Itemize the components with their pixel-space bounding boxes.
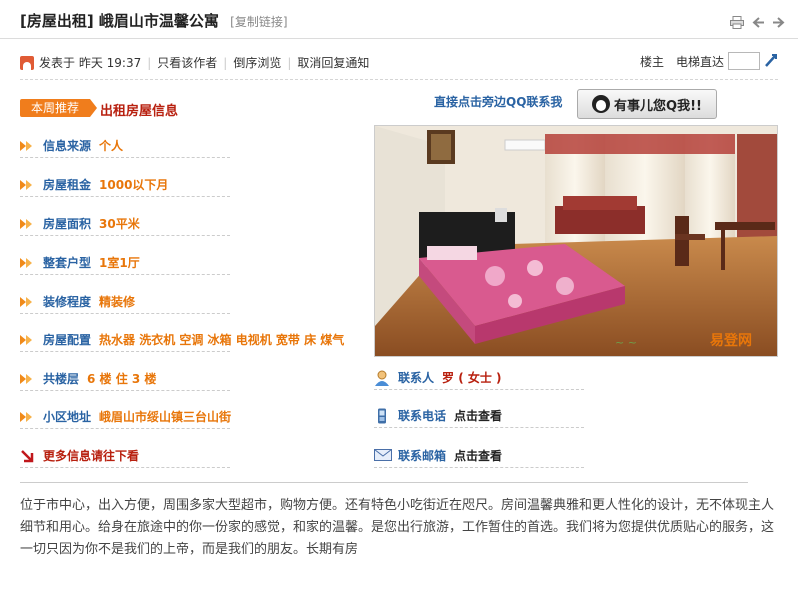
post-title-text: [房屋出租] 峨眉山市温馨公寓 bbox=[20, 12, 219, 30]
info-label: 房屋配置 bbox=[43, 333, 92, 347]
room-photo[interactable]: ~ ~ 易登网 bbox=[374, 125, 778, 357]
info-label: 装修程度 bbox=[43, 295, 92, 309]
info-row-layout: 整套户型 1室1厅 bbox=[20, 254, 230, 275]
meta-divider bbox=[20, 79, 778, 80]
info-value: 热水器 洗衣机 空调 冰箱 电视机 宽带 床 煤气 bbox=[99, 333, 345, 347]
email-reveal-link[interactable]: 点击查看 bbox=[454, 447, 502, 464]
next-icon[interactable] bbox=[772, 14, 786, 28]
info-row-facilities: 房屋配置 热水器 洗衣机 空调 冰箱 电视机 宽带 床 煤气 bbox=[20, 331, 345, 352]
content-divider bbox=[20, 482, 748, 483]
info-value: 1000以下月 bbox=[99, 178, 169, 192]
down-arrow-icon bbox=[20, 449, 34, 463]
info-row-address: 小区地址 峨眉山市绥山镇三台山街 bbox=[20, 408, 232, 429]
phone-reveal-link[interactable]: 点击查看 bbox=[454, 407, 502, 424]
qq-penguin-icon bbox=[592, 95, 611, 113]
copy-link[interactable]: [复制链接] bbox=[230, 15, 287, 29]
info-value: 6 楼 住 3 楼 bbox=[87, 372, 157, 386]
contact-person-value: 罗 ( 女士 ) bbox=[442, 371, 502, 385]
post-description: 位于市中心，出入方便，周围多家大型超市，购物方便。还有特色小吃街近在咫尺。房间温… bbox=[20, 498, 775, 557]
header-divider bbox=[0, 38, 798, 39]
elevator-label: 电梯直达 bbox=[675, 54, 724, 69]
posted-time: 发表于 昨天 19:37 bbox=[39, 56, 142, 70]
watermark-text: 易登网 bbox=[710, 332, 752, 349]
prev-icon[interactable] bbox=[751, 14, 765, 28]
qq-button-label: 有事儿您Q我!! bbox=[614, 98, 702, 114]
info-value: 1室1厅 bbox=[99, 256, 140, 270]
header-tools bbox=[730, 14, 786, 29]
jump-arrow-icon[interactable] bbox=[764, 53, 778, 70]
contact-label: 联系电话 bbox=[398, 409, 447, 423]
contact-person-row: 联系人 罗 ( 女士 ) bbox=[374, 369, 584, 390]
info-row-floors: 共楼层 6 楼 住 3 楼 bbox=[20, 370, 230, 391]
info-value: 30平米 bbox=[99, 217, 140, 231]
arrow-bullet-icon bbox=[20, 179, 34, 190]
info-row-area: 房屋面积 30平米 bbox=[20, 215, 230, 236]
arrow-bullet-icon bbox=[20, 257, 34, 268]
more-info-link[interactable]: 更多信息请往下看 bbox=[43, 447, 139, 464]
arrow-bullet-icon bbox=[20, 373, 34, 384]
post-meta: 发表于 昨天 19:37 | 只看该作者 | 倒序浏览 | 取消回复通知 bbox=[20, 54, 369, 71]
weekly-recommend-badge: 本周推荐 bbox=[20, 99, 97, 117]
contact-phone-row: 联系电话 点击查看 bbox=[374, 407, 584, 428]
user-icon bbox=[20, 55, 34, 70]
print-icon[interactable] bbox=[730, 14, 744, 29]
rental-info-heading: 出租房屋信息 bbox=[100, 104, 179, 119]
arrow-bullet-icon bbox=[20, 218, 34, 229]
contact-label: 联系邮箱 bbox=[398, 449, 447, 463]
info-label: 房屋租金 bbox=[43, 178, 92, 192]
more-info-row: 更多信息请往下看 bbox=[20, 447, 230, 468]
info-row-source: 信息来源 个人 bbox=[20, 137, 230, 158]
only-author-link[interactable]: 只看该作者 bbox=[157, 54, 217, 71]
qq-contact-text: 直接点击旁边QQ联系我 bbox=[434, 95, 563, 109]
info-label: 小区地址 bbox=[43, 410, 92, 424]
arrow-bullet-icon bbox=[20, 296, 34, 307]
qq-contact-button[interactable]: 有事儿您Q我!! bbox=[577, 89, 717, 119]
floor-jump-input[interactable] bbox=[728, 52, 760, 70]
info-row-rent: 房屋租金 1000以下月 bbox=[20, 176, 230, 197]
info-value: 个人 bbox=[99, 139, 124, 153]
info-label: 整套户型 bbox=[43, 256, 92, 270]
cancel-notice-link[interactable]: 取消回复通知 bbox=[297, 54, 369, 71]
info-value: 峨眉山市绥山镇三台山街 bbox=[99, 410, 232, 424]
arrow-bullet-icon bbox=[20, 140, 34, 151]
person-icon bbox=[374, 370, 390, 386]
svg-text:~ ~: ~ ~ bbox=[615, 336, 637, 349]
arrow-bullet-icon bbox=[20, 334, 34, 345]
floor-nav: 楼主 电梯直达 bbox=[640, 52, 778, 70]
post-title: [房屋出租] 峨眉山市温馨公寓 [复制链接] bbox=[20, 10, 288, 31]
phone-icon bbox=[374, 408, 390, 424]
info-label: 房屋面积 bbox=[43, 217, 92, 231]
contact-label: 联系人 bbox=[398, 371, 435, 385]
info-row-decoration: 装修程度 精装修 bbox=[20, 293, 230, 314]
contact-email-row: 联系邮箱 点击查看 bbox=[374, 447, 584, 468]
arrow-bullet-icon bbox=[20, 411, 34, 422]
info-value: 精装修 bbox=[99, 295, 136, 309]
info-label: 信息来源 bbox=[43, 139, 92, 153]
floor-label: 楼主 bbox=[639, 54, 664, 69]
info-label: 共楼层 bbox=[43, 372, 80, 386]
reverse-order-link[interactable]: 倒序浏览 bbox=[233, 54, 281, 71]
mail-icon bbox=[374, 448, 392, 464]
